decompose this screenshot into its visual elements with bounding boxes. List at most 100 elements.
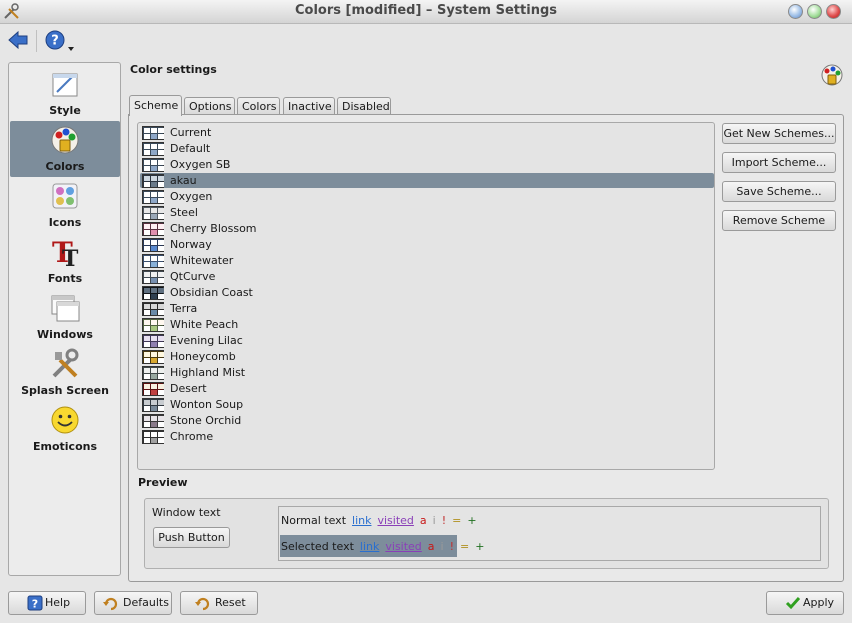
scheme-item[interactable]: Obsidian Coast (140, 285, 714, 300)
scheme-name: White Peach (170, 318, 239, 331)
style-icon (52, 73, 78, 97)
sidebar-item-label: Windows (37, 328, 93, 341)
sidebar-item-emoticons[interactable]: Emoticons (10, 401, 120, 457)
scheme-name: Desert (170, 382, 207, 395)
sidebar-item-style[interactable]: Style (10, 65, 120, 121)
preview-selected-line: Selected text link visited a i! = + (281, 540, 490, 553)
defaults-button-label: Defaults (123, 596, 169, 609)
scheme-name: Steel (170, 206, 198, 219)
preview-normal-text: Normal text (281, 514, 347, 527)
save-scheme-button[interactable]: Save Scheme... (722, 181, 836, 202)
sidebar-item-fonts[interactable]: T T Fonts (10, 233, 120, 289)
preview-normal-visited[interactable]: visited (377, 514, 413, 527)
scheme-swatch (142, 382, 164, 396)
scheme-item[interactable]: Default (140, 141, 714, 156)
scheme-item[interactable]: Chrome (140, 429, 714, 444)
scheme-item[interactable]: Evening Lilac (140, 333, 714, 348)
help-button-label: Help (45, 596, 71, 609)
sidebar-item-icons[interactable]: Icons (10, 177, 120, 233)
scheme-item[interactable]: Norway (140, 237, 714, 252)
remove-scheme-button[interactable]: Remove Scheme (722, 210, 836, 231)
preview-selected-active: a (427, 540, 435, 553)
scheme-name: Wonton Soup (170, 398, 244, 411)
reset-button[interactable]: Reset (180, 591, 258, 615)
preview-normal-positive: + (467, 514, 477, 527)
tab-disabled[interactable]: Disabled (337, 97, 391, 115)
scheme-item[interactable]: Desert (140, 381, 714, 396)
scheme-name: Obsidian Coast (170, 286, 253, 299)
import-scheme-button[interactable]: Import Scheme... (722, 152, 836, 173)
scheme-swatch (142, 366, 164, 380)
scheme-item[interactable]: Honeycomb (140, 349, 714, 364)
scheme-item[interactable]: Cherry Blossom (140, 221, 714, 236)
icons-icon (52, 183, 78, 209)
sidebar-item-colors[interactable]: Colors (10, 121, 120, 177)
sidebar-item-windows[interactable]: Windows (10, 289, 120, 345)
sidebar: Style Colors Icons T T Fonts Windows Spl… (8, 62, 121, 576)
preview-push-button[interactable]: Push Button (153, 527, 230, 548)
scheme-item[interactable]: Oxygen (140, 189, 714, 204)
scheme-item[interactable]: Oxygen SB (140, 157, 714, 172)
get-new-schemes-button[interactable]: Get New Schemes... (722, 123, 836, 144)
sidebar-item-label: Fonts (47, 272, 83, 285)
windows-icon (51, 295, 80, 322)
scheme-swatch (142, 398, 164, 412)
scheme-swatch (142, 318, 164, 332)
maximize-button[interactable] (807, 4, 822, 19)
scheme-name: Evening Lilac (170, 334, 243, 347)
scheme-swatch (142, 126, 164, 140)
scheme-item[interactable]: Current (140, 125, 714, 140)
scheme-name: Cherry Blossom (170, 222, 257, 235)
sidebar-item-splash-screen[interactable]: Splash Screen (10, 345, 120, 401)
reset-icon (195, 597, 210, 611)
tab-inactive[interactable]: Inactive (283, 97, 335, 115)
scheme-item[interactable]: QtCurve (140, 269, 714, 284)
toolbar: ? (0, 24, 852, 58)
scheme-item[interactable]: Highland Mist (140, 365, 714, 380)
scheme-item[interactable]: Terra (140, 301, 714, 316)
help-icon[interactable]: ? (44, 28, 78, 54)
apply-button-label: Apply (803, 596, 835, 609)
preview-selected-text: Selected text (281, 540, 354, 553)
minimize-button[interactable] (788, 4, 803, 19)
scheme-item[interactable]: Wonton Soup (140, 397, 714, 412)
sidebar-item-label: Style (49, 104, 81, 117)
scheme-name: Whitewater (170, 254, 234, 267)
preview-normal-line: Normal text link visited a i! = + (281, 514, 483, 527)
scheme-swatch (142, 302, 164, 316)
scheme-name: Honeycomb (170, 350, 236, 363)
preview-normal-active: a (419, 514, 427, 527)
splash-screen-icon (52, 348, 79, 378)
back-arrow-icon[interactable] (7, 29, 29, 51)
close-button[interactable] (826, 4, 841, 19)
scheme-item[interactable]: White Peach (140, 317, 714, 332)
page-title: Color settings (130, 63, 217, 76)
scheme-swatch (142, 270, 164, 284)
defaults-button[interactable]: Defaults (94, 591, 172, 615)
title-bar[interactable]: Colors [modified] – System Settings (0, 0, 852, 24)
preview-selected-link[interactable]: link (360, 540, 379, 553)
scheme-item[interactable]: Stone Orchid (140, 413, 714, 428)
scheme-swatch (142, 158, 164, 172)
scheme-name: Oxygen SB (170, 158, 231, 171)
apply-button[interactable]: Apply (766, 591, 844, 615)
preview-normal-link[interactable]: link (352, 514, 371, 527)
scheme-swatch (142, 334, 164, 348)
scheme-list[interactable]: Current Default Oxygen SB akau Oxygen Steel Ch… (137, 122, 715, 470)
tab-colors[interactable]: Colors (237, 97, 280, 115)
scheme-swatch (142, 414, 164, 428)
tab-options[interactable]: Options (184, 97, 235, 115)
sidebar-item-label: Emoticons (32, 440, 98, 453)
help-icon: ? (27, 595, 43, 611)
tab-scheme[interactable]: Scheme (129, 95, 182, 116)
scheme-swatch (142, 430, 164, 444)
help-button[interactable]: ? Help (8, 591, 86, 615)
scheme-item[interactable]: Steel (140, 205, 714, 220)
scheme-swatch (142, 174, 164, 188)
svg-text:T: T (62, 246, 79, 268)
scheme-item[interactable]: Whitewater (140, 253, 714, 268)
scheme-name: Default (170, 142, 211, 155)
sidebar-item-label: Icons (48, 216, 82, 229)
scheme-item[interactable]: akau (140, 173, 714, 188)
preview-selected-visited[interactable]: visited (385, 540, 421, 553)
